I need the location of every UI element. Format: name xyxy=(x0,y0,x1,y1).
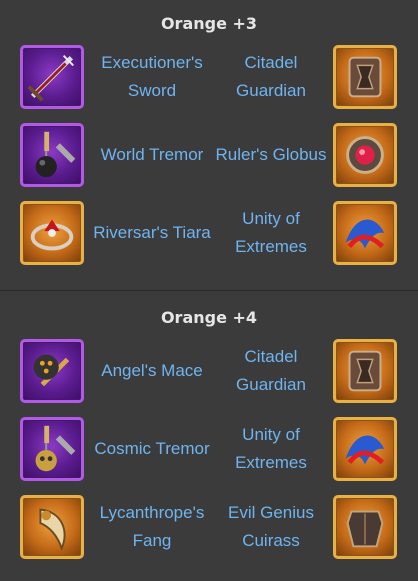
item-name[interactable]: Unity of Extremes xyxy=(214,198,328,268)
tiara-icon[interactable] xyxy=(20,201,84,265)
item-name[interactable]: Cosmic Tremor xyxy=(88,414,216,484)
armor-plate-icon[interactable] xyxy=(333,45,397,109)
fang-icon[interactable] xyxy=(20,495,84,559)
section-orange-4: Orange +4 Angel's Mace Citadel Guardian xyxy=(0,290,418,581)
section-orange-3: Orange +3 Executioner's Sword Citadel Gu… xyxy=(0,0,418,290)
sword-icon[interactable] xyxy=(20,45,84,109)
cuirass-icon[interactable] xyxy=(333,495,397,559)
item-row: Riversar's Tiara Unity of Extremes xyxy=(0,198,418,268)
section-title: Orange +3 xyxy=(160,14,258,33)
item-row: Lycanthrope's Fang Evil Genius Cuirass xyxy=(0,492,418,562)
flail-icon[interactable] xyxy=(20,123,84,187)
item-row: Cosmic Tremor Unity of Extremes xyxy=(0,414,418,484)
skull-flail-icon[interactable] xyxy=(20,417,84,481)
dragon-icon[interactable] xyxy=(333,417,397,481)
item-name[interactable]: Unity of Extremes xyxy=(214,414,328,484)
item-name[interactable]: Citadel Guardian xyxy=(214,336,328,406)
orb-icon[interactable] xyxy=(333,123,397,187)
item-row: World Tremor Ruler's Globus xyxy=(0,120,418,190)
item-row: Executioner's Sword Citadel Guardian xyxy=(0,42,418,112)
section-title: Orange +4 xyxy=(160,308,258,327)
armor-plate-icon[interactable] xyxy=(333,339,397,403)
item-name[interactable]: Riversar's Tiara xyxy=(88,198,216,268)
item-name[interactable]: Angel's Mace xyxy=(88,336,216,406)
dragon-icon[interactable] xyxy=(333,201,397,265)
item-name[interactable]: World Tremor xyxy=(88,120,216,190)
mace-icon[interactable] xyxy=(20,339,84,403)
item-name[interactable]: Executioner's Sword xyxy=(88,42,216,112)
item-row: Angel's Mace Citadel Guardian xyxy=(0,336,418,406)
item-name[interactable]: Ruler's Globus xyxy=(214,120,328,190)
item-name[interactable]: Citadel Guardian xyxy=(214,42,328,112)
item-name[interactable]: Lycanthrope's Fang xyxy=(88,492,216,562)
item-name[interactable]: Evil Genius Cuirass xyxy=(214,492,328,562)
